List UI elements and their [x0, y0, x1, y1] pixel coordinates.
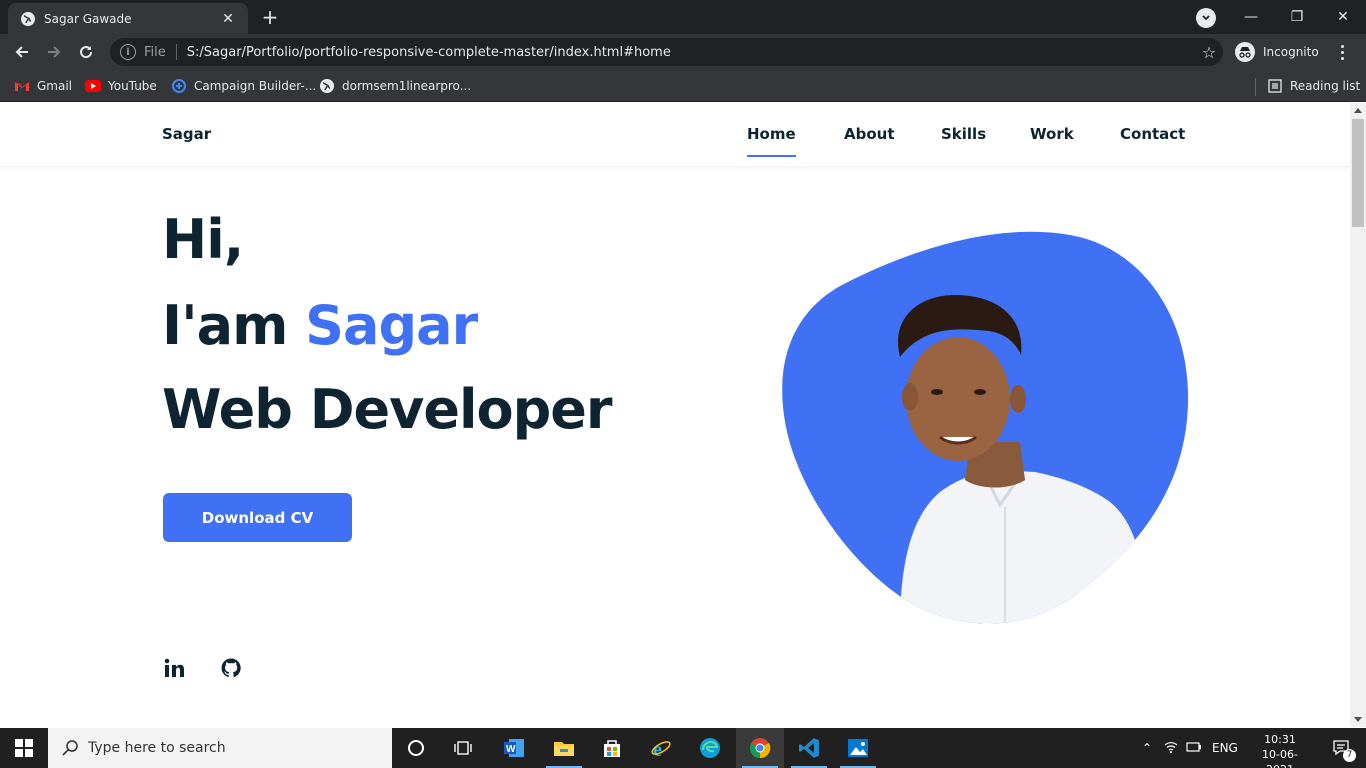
browser-toolbar: i File S:/Sagar/Portfolio/portfolio-resp… — [0, 34, 1366, 70]
site-header: Sagar Home About Skills Work Contact — [0, 103, 1350, 167]
reading-list-icon — [1267, 78, 1283, 94]
forward-button[interactable] — [40, 38, 68, 66]
nav-skills[interactable]: Skills — [941, 125, 986, 143]
tab-close-icon[interactable]: ✕ — [218, 9, 238, 29]
bookmark-gmail[interactable]: Gmail — [14, 76, 72, 96]
bookmark-label: Gmail — [37, 79, 73, 93]
svg-text:W: W — [506, 744, 516, 755]
search-icon — [62, 740, 78, 756]
bookmark-label: YouTube — [108, 79, 157, 93]
clock-date: 10-06-2021 — [1262, 748, 1298, 768]
incognito-profile-button[interactable]: Incognito — [1231, 39, 1329, 65]
web-page: Sagar Home About Skills Work Contact Hi,… — [0, 103, 1350, 727]
browser-menu-icon[interactable] — [1336, 40, 1348, 64]
language-indicator[interactable]: ENG — [1212, 741, 1238, 755]
system-tray: ⌃ ENG — [1140, 728, 1238, 768]
nav-work[interactable]: Work — [1030, 125, 1074, 143]
hero-intro: I'am Sagar — [162, 299, 478, 353]
hero-role: Web Developer — [162, 378, 613, 441]
start-button[interactable] — [0, 728, 48, 768]
bookmark-label: dormsem1linearpro... — [342, 79, 472, 93]
cortana-icon[interactable] — [392, 728, 440, 768]
back-button[interactable] — [8, 38, 36, 66]
back-arrow-icon — [15, 46, 28, 58]
vscode-icon[interactable] — [785, 728, 833, 768]
globe-icon — [319, 78, 335, 94]
download-cv-button[interactable]: Download CV — [163, 493, 352, 542]
nav-about[interactable]: About — [844, 125, 895, 143]
github-icon — [221, 658, 241, 678]
close-window-button[interactable]: ✕ — [1320, 0, 1366, 34]
campaign-icon — [171, 78, 187, 94]
bookmark-star-icon[interactable]: ☆ — [1195, 43, 1223, 62]
maximize-button[interactable]: ❐ — [1274, 0, 1320, 34]
github-link[interactable] — [219, 656, 243, 680]
windows-taskbar: Type here to search W e ⌃ ENG 10:31 10-0… — [0, 728, 1366, 768]
info-icon[interactable]: i — [120, 44, 136, 60]
browser-tabstrip: Sagar Gawade ✕ + — ❐ ✕ — [0, 0, 1366, 34]
battery-icon[interactable] — [1186, 741, 1202, 755]
gmail-icon — [14, 78, 30, 94]
browser-tab[interactable]: Sagar Gawade ✕ — [8, 3, 248, 34]
page-scrollbar[interactable] — [1350, 103, 1366, 727]
incognito-label: Incognito — [1263, 45, 1319, 59]
scroll-down-icon[interactable] — [1354, 717, 1362, 722]
nav-contact[interactable]: Contact — [1120, 125, 1185, 143]
hero-greeting: Hi, — [162, 208, 244, 271]
address-bar[interactable]: i File S:/Sagar/Portfolio/portfolio-resp… — [110, 38, 1223, 66]
wifi-icon[interactable] — [1164, 741, 1178, 756]
windows-logo-icon — [15, 739, 33, 757]
incognito-icon — [1235, 42, 1255, 62]
scroll-up-icon[interactable] — [1354, 108, 1362, 113]
reading-list-label: Reading list — [1290, 79, 1361, 93]
ie-icon[interactable]: e — [637, 728, 685, 768]
site-logo[interactable]: Sagar — [162, 125, 211, 143]
globe-icon — [20, 11, 36, 27]
bookmark-dormsem[interactable]: dormsem1linearpro... — [319, 76, 471, 96]
new-tab-button[interactable]: + — [258, 6, 282, 30]
bookmarks-bar: Gmail YouTube Campaign Builder-... dorms… — [0, 70, 1366, 102]
edge-icon[interactable] — [686, 728, 734, 768]
clock-time: 10:31 — [1264, 733, 1296, 746]
url-separator — [175, 44, 177, 60]
notification-badge: 7 — [1343, 749, 1356, 762]
file-explorer-icon[interactable] — [540, 728, 588, 768]
reload-button[interactable] — [72, 38, 100, 66]
chrome-icon[interactable] — [736, 728, 784, 768]
chevron-up-icon[interactable]: ⌃ — [1140, 741, 1154, 755]
minimize-button[interactable]: — — [1228, 0, 1274, 34]
bookmark-youtube[interactable]: YouTube — [85, 76, 157, 96]
reload-icon — [80, 46, 93, 59]
reading-list-button[interactable]: Reading list — [1267, 76, 1360, 96]
url-text[interactable]: S:/Sagar/Portfolio/portfolio-responsive-… — [187, 45, 1195, 60]
hero-portrait-image — [782, 231, 1189, 624]
scrollbar-thumb[interactable] — [1352, 119, 1364, 227]
taskbar-search[interactable]: Type here to search — [48, 728, 392, 768]
nav-active-indicator — [747, 155, 796, 157]
linkedin-icon — [164, 658, 184, 677]
bookmark-campaign-builder[interactable]: Campaign Builder-... — [171, 76, 316, 96]
tab-title: Sagar Gawade — [44, 11, 132, 26]
hero-intro-prefix: I'am — [162, 294, 306, 357]
hero-name: Sagar — [305, 294, 478, 357]
linkedin-link[interactable] — [162, 656, 186, 680]
bookmark-label: Campaign Builder-... — [194, 79, 317, 93]
photos-icon[interactable] — [834, 728, 882, 768]
forward-arrow-icon — [48, 46, 61, 58]
system-clock[interactable]: 10:31 10-06-2021 — [1252, 732, 1308, 768]
bookmarks-divider — [1255, 78, 1256, 96]
url-scheme: File — [144, 44, 166, 60]
notification-center-icon[interactable]: 7 — [1318, 728, 1366, 768]
word-icon[interactable]: W — [490, 728, 538, 768]
task-view-icon[interactable] — [440, 728, 488, 768]
tab-search-icon[interactable] — [1196, 8, 1216, 28]
youtube-icon — [85, 78, 101, 94]
taskbar-search-placeholder: Type here to search — [88, 740, 226, 756]
nav-home[interactable]: Home — [747, 125, 796, 143]
store-icon[interactable] — [588, 728, 636, 768]
